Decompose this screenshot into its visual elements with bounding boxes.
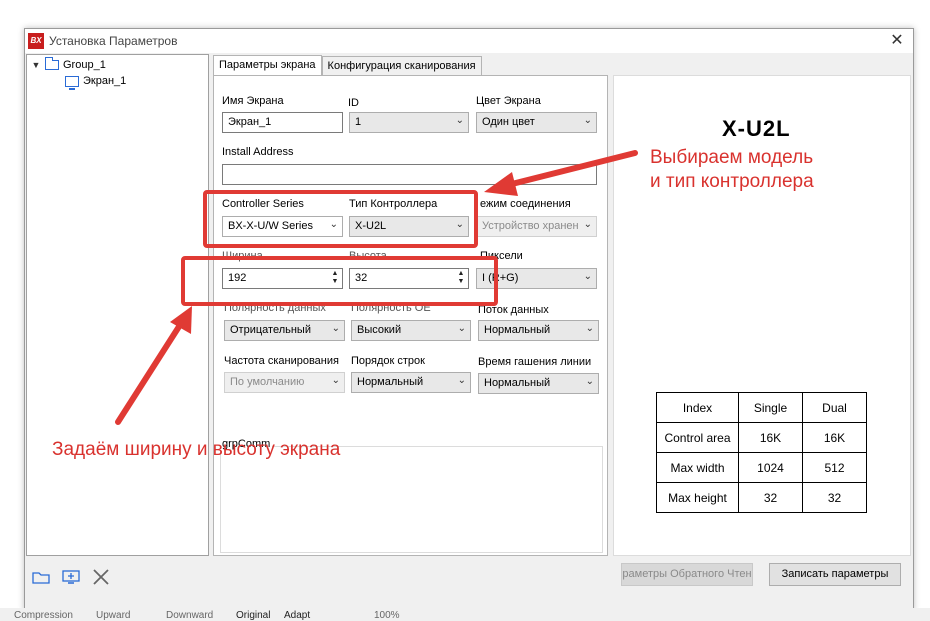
highlight-controller-box	[203, 190, 478, 248]
color-label: Цвет Экрана	[476, 95, 541, 107]
data-flow-value: Нормальный	[484, 324, 551, 336]
folder-icon	[32, 572, 50, 584]
chevron-down-icon: ⌄	[583, 115, 592, 126]
chevron-down-icon: ⌄	[331, 375, 340, 386]
close-button[interactable]: ✕	[887, 31, 907, 51]
tree-item-group[interactable]: ▼ Group_1	[31, 57, 106, 71]
id-select[interactable]: 1 ⌄	[349, 112, 469, 133]
color-select-value: Один цвет	[482, 116, 535, 128]
write-params-button[interactable]: Записать параметры	[769, 563, 901, 586]
table-cell: 1024	[738, 452, 803, 483]
table-cell: 32	[738, 482, 803, 513]
tab-scan-config[interactable]: Конфигурация сканирования	[321, 56, 482, 75]
annotation-bottom-text: Задаём ширину и высоту экрана	[52, 439, 341, 460]
add-screen-button[interactable]	[61, 567, 81, 587]
install-address-input[interactable]	[222, 164, 597, 185]
delete-button[interactable]	[91, 567, 111, 587]
status-item: Upward	[96, 610, 131, 621]
id-select-value: 1	[355, 116, 362, 128]
chevron-down-icon: ⌄	[457, 375, 466, 386]
screen-name-label: Имя Экрана	[222, 95, 284, 107]
annotation-top-text: Выбираем модель и тип контроллера	[650, 147, 814, 192]
row-order-value: Нормальный	[357, 376, 424, 388]
screen-params-panel: Имя Экрана Экран_1 ID 1 ⌄ Цвет Экрана Од…	[213, 75, 608, 556]
table-header: Single	[738, 392, 803, 423]
table-header-row: Index Single Dual	[656, 392, 867, 423]
tab-screen-params[interactable]: Параметры экрана	[213, 55, 322, 76]
chevron-down-icon: ⌄	[331, 323, 340, 334]
chevron-down-icon: ⌄	[583, 271, 592, 282]
spec-table: Index Single Dual Control area 16K 16K M…	[656, 392, 867, 513]
table-cell: 512	[802, 452, 867, 483]
grp-comm-box	[220, 446, 603, 553]
scan-freq-value: По умолчанию	[230, 376, 305, 388]
table-cell: Max width	[656, 452, 739, 483]
tree-group-label: Group_1	[63, 59, 106, 71]
line-blank-label: Время гашения линии	[478, 356, 592, 368]
table-cell: 16K	[802, 422, 867, 453]
status-item: 100%	[374, 610, 400, 621]
screen-icon	[65, 75, 79, 90]
table-row: Max height 32 32	[656, 482, 867, 513]
line-blank-value: Нормальный	[484, 377, 551, 389]
row-order-select[interactable]: Нормальный ⌄	[351, 372, 471, 393]
folder-icon	[45, 57, 59, 70]
add-screen-icon	[62, 570, 80, 584]
oe-polarity-value: Высокий	[357, 324, 402, 336]
delete-icon	[93, 569, 109, 585]
model-title: X-U2L	[722, 116, 791, 141]
tree-screen-label: Экран_1	[83, 75, 127, 87]
table-cell: 32	[802, 482, 867, 513]
status-item: Original	[236, 610, 271, 621]
data-polarity-value: Отрицательный	[230, 324, 311, 336]
color-select[interactable]: Один цвет ⌄	[476, 112, 597, 133]
scan-freq-select: По умолчанию ⌄	[224, 372, 345, 393]
table-cell: Control area	[656, 422, 739, 453]
table-row: Control area 16K 16K	[656, 422, 867, 453]
tab-strip: Параметры экрана Конфигурация сканирован…	[213, 55, 482, 77]
scan-freq-label: Частота сканирования	[224, 355, 339, 367]
parameters-dialog: BX Установка Параметров ✕ ▼ Group_1 Экра…	[24, 28, 914, 611]
chevron-down-icon: ⌄	[585, 376, 594, 387]
install-address-label: Install Address	[222, 146, 294, 158]
collapse-chevron-icon[interactable]: ▼	[31, 60, 41, 70]
table-header: Index	[656, 392, 739, 423]
readback-params-button: раметры Обратного Чтен	[621, 563, 753, 586]
chevron-down-icon: ⌄	[455, 115, 464, 126]
highlight-size-box	[181, 256, 498, 306]
table-row: Max width 1024 512	[656, 452, 867, 483]
line-blank-select[interactable]: Нормальный ⌄	[478, 373, 599, 394]
data-flow-select[interactable]: Нормальный ⌄	[478, 320, 599, 341]
oe-polarity-select[interactable]: Высокий ⌄	[351, 320, 471, 341]
connection-mode-select: Устройство хранен ⌄	[476, 216, 597, 237]
status-item: Adapt	[284, 610, 311, 621]
tree-toolbar	[31, 567, 111, 587]
chevron-down-icon: ⌄	[585, 323, 594, 334]
id-label: ID	[348, 97, 359, 109]
connection-mode-value: Устройство хранен	[482, 220, 579, 232]
window-title: Установка Параметров	[49, 34, 178, 48]
tree-item-screen[interactable]: Экран_1	[65, 75, 127, 90]
table-cell: 16K	[738, 422, 803, 453]
app-logo-icon: BX	[28, 33, 44, 49]
status-bar: Compression Upward Downward Original Ada…	[0, 608, 930, 621]
status-item: Downward	[166, 610, 214, 621]
connection-mode-label: ежим соединения	[480, 198, 571, 210]
title-bar: BX Установка Параметров ✕	[25, 29, 913, 53]
screen-name-input[interactable]: Экран_1	[222, 112, 343, 133]
status-item: Compression	[14, 610, 73, 621]
chevron-down-icon: ⌄	[583, 219, 592, 230]
chevron-down-icon: ⌄	[457, 323, 466, 334]
row-order-label: Порядок строк	[351, 355, 425, 367]
add-group-button[interactable]	[31, 567, 51, 587]
data-polarity-select[interactable]: Отрицательный ⌄	[224, 320, 345, 341]
table-header: Dual	[802, 392, 867, 423]
table-cell: Max height	[656, 482, 739, 513]
